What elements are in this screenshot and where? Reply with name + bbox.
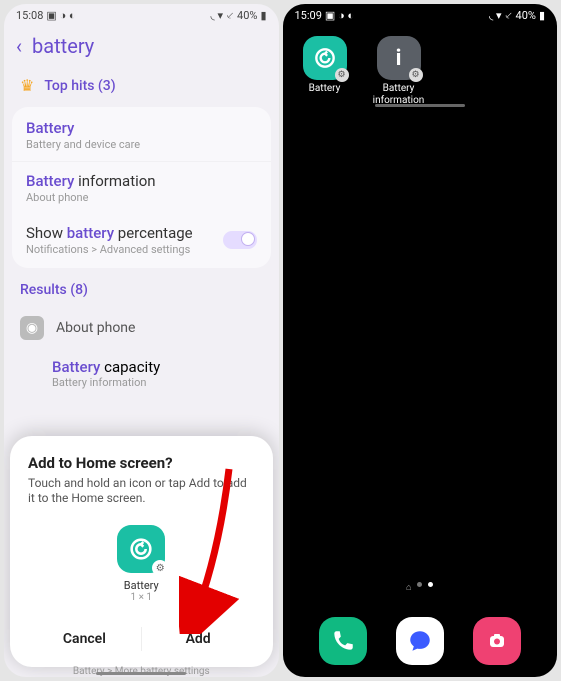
app-shortcut-battery-info[interactable]: i ⚙ Battery information	[371, 36, 427, 106]
page-indicator[interactable]: ⌂	[283, 582, 558, 593]
dock	[283, 617, 558, 665]
page-dot-active	[428, 582, 433, 587]
status-battery-icon: ▮	[260, 9, 266, 22]
status-notif-icon: ▣ ◑ ◐	[46, 9, 75, 22]
status-battery-pct: 40%	[237, 9, 257, 22]
gear-badge-icon: ⚙	[152, 560, 168, 576]
status-notif-icon: ▣ ◑ ◐	[325, 9, 354, 22]
results-label: Results (8)	[4, 270, 279, 306]
status-time: 15:08	[16, 9, 43, 22]
status-battery-pct: 40%	[516, 9, 536, 22]
dock-phone-app[interactable]	[319, 617, 367, 665]
add-to-home-dialog: Add to Home screen? Touch and hold an ic…	[10, 436, 273, 667]
home-apps-row: ⚙ Battery i ⚙ Battery information	[283, 26, 558, 106]
home-screen: 15:09 ▣ ◑ ◐ ◟ ▾ ⸔ 40% ▮ ⚙ Battery i ⚙ Ba…	[283, 4, 558, 677]
status-bar: 15:08 ▣ ◑ ◐ ◟ ▾ ⸔ 40% ▮	[4, 4, 279, 26]
home-panel-icon: ⌂	[406, 582, 411, 593]
app-label: Battery information	[373, 83, 425, 106]
gear-badge-icon: ⚙	[409, 68, 423, 82]
status-wifi-icon: ◟ ▾ ⸔	[489, 8, 513, 23]
preview-size: 1 × 1	[130, 592, 152, 603]
top-hits-label: Top hits (3)	[44, 78, 115, 94]
cancel-button[interactable]: Cancel	[28, 619, 141, 659]
nav-handle[interactable]	[375, 104, 465, 107]
results-group-about-phone[interactable]: ◉ About phone	[4, 306, 279, 350]
search-input[interactable]	[32, 34, 278, 58]
result-battery-information[interactable]: Battery information About phone	[12, 161, 271, 214]
battery-info-app-icon: i ⚙	[377, 36, 421, 80]
search-header: ‹ ✕ ⋮	[4, 26, 279, 66]
status-battery-icon: ▮	[539, 9, 545, 22]
app-shortcut-battery[interactable]: ⚙ Battery	[297, 36, 353, 106]
top-hits-header: ♛ Top hits (3)	[4, 66, 279, 105]
dialog-text: Touch and hold an icon or tap Add to add…	[28, 476, 255, 507]
status-wifi-icon: ◟ ▾ ⸔	[211, 8, 235, 23]
result-show-battery-percentage[interactable]: Show battery percentage Notifications > …	[12, 214, 271, 266]
preview-label: Battery	[124, 579, 159, 592]
occluded-result-text: Battery > More battery settings	[10, 664, 273, 677]
settings-search-screen: 15:08 ▣ ◑ ◐ ◟ ▾ ⸔ 40% ▮ ‹ ✕ ⋮ ♛ Top hits…	[4, 4, 279, 677]
status-bar: 15:09 ▣ ◑ ◐ ◟ ▾ ⸔ 40% ▮	[283, 4, 558, 26]
results-group-label: About phone	[56, 320, 135, 336]
dock-camera-app[interactable]	[473, 617, 521, 665]
page-dot	[417, 582, 422, 587]
result-battery-capacity[interactable]: Battery capacity Battery information	[4, 350, 279, 393]
add-button[interactable]: Add	[142, 619, 255, 659]
back-icon[interactable]: ‹	[16, 34, 22, 58]
dock-messages-app[interactable]	[396, 617, 444, 665]
dialog-title: Add to Home screen?	[28, 454, 255, 472]
settings-group-icon: ◉	[20, 316, 44, 340]
gear-badge-icon: ⚙	[335, 68, 349, 82]
crown-icon: ♛	[20, 76, 34, 95]
status-time: 15:09	[295, 9, 322, 22]
nav-handle[interactable]	[96, 672, 186, 675]
battery-shortcut-icon: ⚙	[117, 525, 165, 573]
app-label: Battery	[309, 83, 341, 95]
result-battery[interactable]: Battery Battery and device care	[12, 109, 271, 161]
dialog-preview[interactable]: ⚙ Battery 1 × 1	[28, 525, 255, 619]
battery-percentage-toggle[interactable]	[223, 231, 257, 249]
battery-app-icon: ⚙	[303, 36, 347, 80]
top-hits-card: Battery Battery and device care Battery …	[12, 107, 271, 268]
